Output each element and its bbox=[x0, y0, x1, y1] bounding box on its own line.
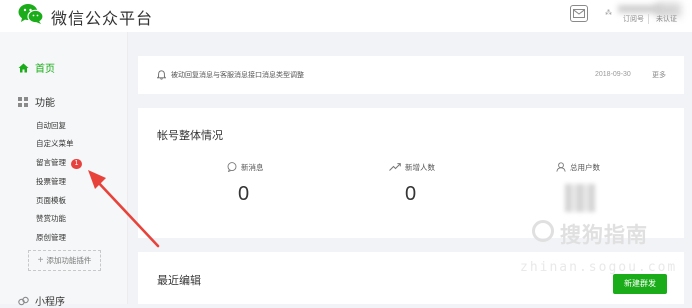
sidebar-item-comments[interactable]: 留言管理 1 bbox=[36, 157, 82, 169]
user-icon bbox=[556, 162, 566, 172]
account-separator bbox=[648, 14, 649, 24]
stat-label: 新增人数 bbox=[405, 163, 435, 172]
add-plugin-label: 添加功能插件 bbox=[46, 256, 92, 265]
sidebar-item-label: 首页 bbox=[35, 64, 55, 75]
stat-label: 总用户数 bbox=[570, 163, 600, 172]
sidebar-section-label: 功能 bbox=[35, 98, 55, 109]
account-status-label: 未认证 bbox=[656, 16, 677, 23]
unread-badge: 1 bbox=[71, 159, 82, 169]
grid-icon bbox=[18, 97, 28, 107]
trend-up-icon bbox=[389, 163, 401, 171]
account-type-label: 订阅号 bbox=[623, 16, 644, 23]
home-icon bbox=[18, 63, 29, 73]
sidebar-item-auto-reply[interactable]: 自动回复 bbox=[36, 120, 66, 131]
sidebar-item-custom-menu[interactable]: 自定义菜单 bbox=[36, 138, 74, 149]
stat-new-messages[interactable]: 新消息 0 bbox=[227, 162, 357, 206]
account-overview-panel: 帐号整体情况 新消息 0 新增人数 0 总用户数 bbox=[138, 108, 684, 238]
recent-edits-panel: 最近编辑 新建群发 bbox=[138, 252, 684, 304]
sidebar-item-reward[interactable]: 赞赏功能 bbox=[36, 213, 66, 224]
brand-title[interactable]: 微信公众平台 bbox=[51, 5, 153, 29]
notice-bar: 被动回复消息与客服消息接口消息类型调整 2018-09-30 更多 bbox=[138, 56, 684, 94]
mail-icon[interactable] bbox=[570, 5, 588, 22]
sidebar: 首页 功能 自动回复 自定义菜单 留言管理 1 投票管理 页面模板 赞赏功能 原创… bbox=[0, 32, 128, 308]
panel-title: 帐号整体情况 bbox=[157, 130, 223, 142]
message-bubble-icon bbox=[227, 162, 237, 172]
sidebar-section-functions[interactable]: 功能 bbox=[18, 94, 55, 109]
stat-value: 0 bbox=[405, 183, 417, 205]
stat-value: 0 bbox=[238, 183, 250, 205]
stat-total-users[interactable]: 总用户数 bbox=[556, 162, 686, 183]
stat-label: 新消息 bbox=[241, 163, 264, 172]
sidebar-item-home[interactable]: 首页 bbox=[18, 60, 55, 75]
sidebar-section-mini-program[interactable]: 小程序 bbox=[18, 293, 65, 308]
total-users-redacted bbox=[565, 184, 595, 212]
notice-date: 2018-09-30 bbox=[595, 71, 631, 78]
sidebar-item-page-templates[interactable]: 页面模板 bbox=[36, 195, 66, 206]
top-bar: 微信公众平台 ⁂ 订阅号 未认证 bbox=[0, 0, 692, 32]
notice-link[interactable]: 被动回复消息与客服消息接口消息类型调整 bbox=[171, 70, 304, 80]
account-person-icon: ⁂ bbox=[605, 10, 612, 17]
bell-icon bbox=[157, 70, 166, 80]
mini-program-icon bbox=[18, 296, 29, 306]
sidebar-section-label: 小程序 bbox=[35, 297, 65, 308]
notice-more-link[interactable]: 更多 bbox=[652, 70, 666, 80]
stat-new-followers[interactable]: 新增人数 0 bbox=[389, 162, 519, 206]
add-plugin-button[interactable]: + 添加功能插件 bbox=[28, 250, 101, 271]
sidebar-item-original[interactable]: 原创管理 bbox=[36, 232, 66, 243]
sidebar-item-votes[interactable]: 投票管理 bbox=[36, 176, 66, 187]
plus-icon: + bbox=[37, 255, 44, 266]
wechat-logo-icon bbox=[18, 4, 44, 24]
new-broadcast-button[interactable]: 新建群发 bbox=[613, 274, 667, 294]
panel-title: 最近编辑 bbox=[157, 275, 201, 287]
sidebar-item-label: 留言管理 bbox=[36, 158, 66, 167]
